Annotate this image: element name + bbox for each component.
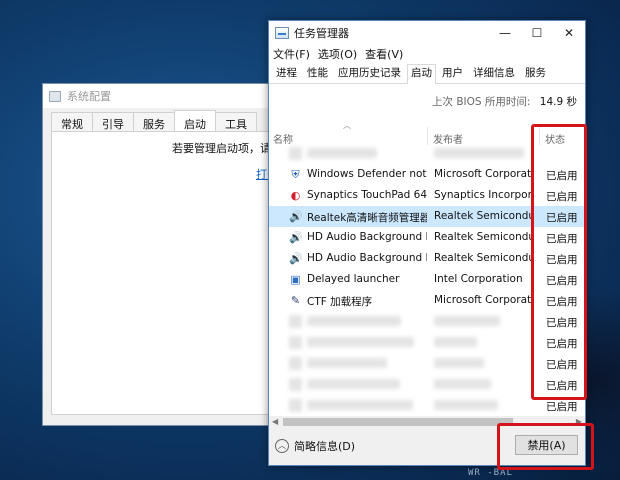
tab-services[interactable]: 服务 [521, 64, 550, 83]
minimize-icon[interactable]: — [489, 21, 521, 45]
sort-up-icon: ︿ [343, 121, 351, 130]
system-config-tabs: 常规 引导 服务 启动 工具 [51, 110, 257, 132]
bios-time-value: 14.9 秒 [539, 96, 577, 108]
shield-icon: ⛨ [291, 168, 300, 181]
speaker-icon: 🔊 [289, 252, 303, 265]
row-name: Synaptics TouchPad 64-b... [307, 189, 427, 201]
maximize-icon[interactable]: ☐ [521, 21, 553, 45]
msconfig-tab-startup[interactable]: 启动 [174, 110, 216, 132]
speaker-icon: 🔊 [289, 210, 303, 223]
blurred-app-icon [289, 336, 302, 349]
row-status: 已启用 [546, 401, 578, 413]
blurred-text [434, 316, 500, 326]
disable-button-highlight [497, 423, 594, 470]
blurred-app-icon [289, 357, 302, 370]
synaptics-icon: ◐ [290, 189, 301, 202]
blurred-text [434, 337, 477, 347]
pen-icon: ✎ [290, 294, 301, 307]
blurred-text [307, 379, 400, 389]
tab-details[interactable]: 详细信息 [469, 64, 519, 83]
bios-time-label: 上次 BIOS 所用时间: [431, 96, 531, 108]
tab-processes[interactable]: 进程 [272, 64, 301, 83]
blurred-text [307, 148, 377, 158]
app-icon: ▣ [290, 273, 301, 286]
blurred-text [307, 337, 414, 347]
blurred-text [434, 358, 484, 368]
msconfig-tab-services[interactable]: 服务 [133, 112, 175, 132]
blurred-text [434, 400, 498, 410]
blurred-app-icon [289, 399, 302, 412]
scrollbar-thumb[interactable] [283, 418, 513, 426]
row-publisher: Microsoft Corporation [434, 294, 534, 306]
tab-users[interactable]: 用户 [438, 64, 467, 83]
row-name: HD Audio Background Pr... [307, 252, 427, 264]
blurred-app-icon [289, 147, 302, 160]
row-publisher: Realtek Semiconductor [434, 231, 534, 243]
blurred-text [307, 400, 413, 410]
row-name: HD Audio Background Pr... [307, 231, 427, 243]
menu-view[interactable]: 查看(V) [365, 46, 403, 62]
blurred-app-icon [289, 315, 302, 328]
row-publisher: Realtek Semiconductor [434, 210, 534, 222]
row-name: Windows Defender notifi... [307, 168, 427, 180]
task-manager-title: 任务管理器 [294, 27, 349, 40]
close-icon[interactable]: ✕ [553, 21, 585, 45]
blurred-text [434, 148, 524, 158]
blurred-text [307, 358, 387, 368]
blurred-text [434, 379, 491, 389]
task-manager-menubar: 文件(F) 选项(O) 查看(V) [269, 45, 585, 62]
window-controls: — ☐ ✕ [489, 21, 585, 45]
tab-startup[interactable]: 启动 [407, 64, 436, 84]
system-config-icon [49, 90, 61, 102]
row-name: Realtek高清晰音频管理器 [307, 212, 427, 224]
tab-performance[interactable]: 性能 [303, 64, 332, 83]
row-name: CTF 加载程序 [307, 296, 373, 308]
row-name: Delayed launcher [307, 273, 400, 285]
msconfig-tab-tools[interactable]: 工具 [215, 112, 257, 132]
bios-time: 上次 BIOS 所用时间: 14.9 秒 [432, 94, 577, 109]
fewer-details-label: 简略信息(D) [294, 440, 356, 453]
system-config-title: 系统配置 [67, 90, 111, 103]
tab-app-history[interactable]: 应用历史记录 [334, 64, 405, 83]
row-publisher: Realtek Semiconductor [434, 252, 534, 264]
blurred-app-icon [289, 378, 302, 391]
msconfig-tab-boot[interactable]: 引导 [92, 112, 134, 132]
task-manager-icon [275, 27, 289, 39]
menu-file[interactable]: 文件(F) [273, 46, 310, 62]
speaker-icon: 🔊 [289, 231, 303, 244]
status-column-highlight [531, 124, 587, 400]
row-publisher: Microsoft Corporation [434, 168, 534, 180]
task-manager-titlebar[interactable]: 任务管理器 — ☐ ✕ [269, 21, 585, 45]
fewer-details-button[interactable]: ︿ 简略信息(D) [275, 438, 355, 454]
chevron-up-icon: ︿ [275, 439, 289, 453]
row-publisher: Intel Corporation [434, 273, 523, 285]
msconfig-tab-general[interactable]: 常规 [51, 112, 93, 132]
row-publisher: Synaptics Incorporated [434, 189, 534, 201]
menu-options[interactable]: 选项(O) [318, 46, 357, 62]
task-manager-tabs: 进程 性能 应用历史记录 启动 用户 详细信息 服务 [269, 64, 585, 84]
blurred-text [307, 316, 401, 326]
